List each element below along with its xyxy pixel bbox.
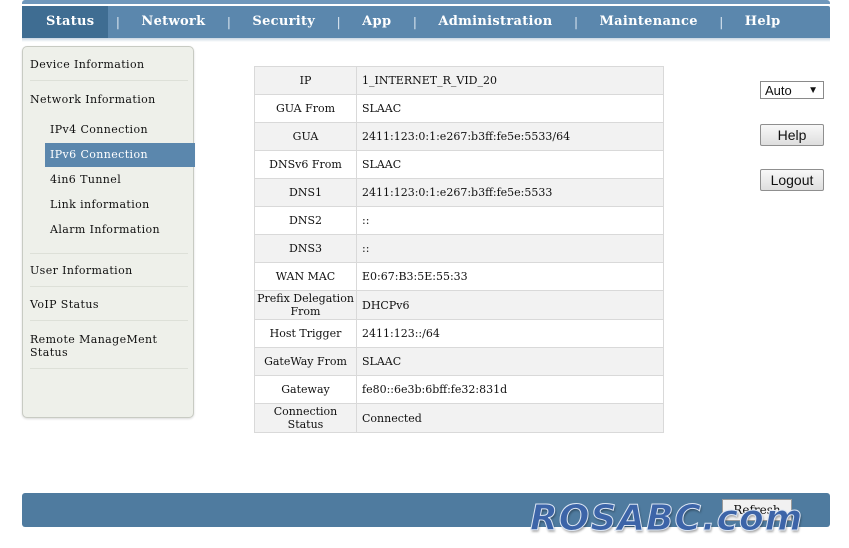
language-select[interactable]: Auto ▼ bbox=[760, 81, 824, 99]
table-row: DNS3 :: bbox=[254, 234, 664, 263]
table-row: GUA From SLAAC bbox=[254, 94, 664, 123]
row-value: 1_INTERNET_R_VID_20 bbox=[356, 66, 664, 95]
nav-app[interactable]: App bbox=[348, 6, 405, 38]
table-row: Gateway fe80::6e3b:6bff:fe32:831d bbox=[254, 375, 664, 404]
sidebar: Device Information Network Information I… bbox=[22, 46, 195, 418]
ipv6-connection-table: IP 1_INTERNET_R_VID_20 GUA From SLAAC GU… bbox=[254, 66, 664, 433]
nav-separator: | bbox=[719, 15, 724, 29]
chevron-down-icon: ▼ bbox=[808, 85, 818, 96]
table-row: DNSv6 From SLAAC bbox=[254, 150, 664, 179]
sidebar-item-remote-management-status[interactable]: Remote ManageMent Status bbox=[30, 333, 188, 369]
sidebar-item-alarm-information[interactable]: Alarm Information bbox=[45, 218, 195, 242]
logout-button[interactable]: Logout bbox=[760, 169, 824, 191]
table-row: IP 1_INTERNET_R_VID_20 bbox=[254, 66, 664, 95]
row-key: DNS1 bbox=[254, 178, 357, 207]
row-key: Host Trigger bbox=[254, 319, 357, 348]
row-value: :: bbox=[356, 234, 664, 263]
row-key: DNS3 bbox=[254, 234, 357, 263]
row-value: fe80::6e3b:6bff:fe32:831d bbox=[356, 375, 664, 404]
row-value: 2411:123:0:1:e267:b3ff:fe5e:5533/64 bbox=[356, 122, 664, 151]
sidebar-item-4in6-tunnel[interactable]: 4in6 Tunnel bbox=[45, 168, 195, 192]
nav-separator: | bbox=[573, 15, 578, 29]
sidebar-item-label: User Information bbox=[30, 264, 188, 287]
nav-security[interactable]: Security bbox=[238, 6, 329, 38]
row-key: Gateway bbox=[254, 375, 357, 404]
sidebar-item-label: VoIP Status bbox=[30, 298, 188, 321]
row-key: IP bbox=[254, 66, 357, 95]
row-key: GUA bbox=[254, 122, 357, 151]
row-value: Connected bbox=[356, 403, 664, 433]
row-value: DHCPv6 bbox=[356, 290, 664, 320]
row-key: Prefix Delegation From bbox=[254, 290, 357, 320]
sidebar-item-ipv6-connection[interactable]: IPv6 Connection bbox=[45, 143, 195, 167]
language-select-value: Auto bbox=[765, 83, 792, 98]
sidebar-item-network-information[interactable]: Network Information bbox=[30, 93, 188, 115]
nav-separator: | bbox=[336, 15, 341, 29]
row-value: SLAAC bbox=[356, 347, 664, 376]
refresh-button[interactable]: Refresh bbox=[722, 499, 792, 521]
top-stripe bbox=[22, 0, 830, 4]
sidebar-item-device-information[interactable]: Device Information bbox=[30, 58, 188, 81]
row-value: SLAAC bbox=[356, 150, 664, 179]
help-button[interactable]: Help bbox=[760, 124, 824, 146]
sidebar-item-label: Remote ManageMent Status bbox=[30, 333, 188, 369]
sidebar-item-user-information[interactable]: User Information bbox=[30, 253, 188, 287]
row-key: DNSv6 From bbox=[254, 150, 357, 179]
table-row: DNS2 :: bbox=[254, 206, 664, 235]
nav-shadow bbox=[22, 38, 830, 42]
row-value: 2411:123:0:1:e267:b3ff:fe5e:5533 bbox=[356, 178, 664, 207]
row-value: E0:67:B3:5E:55:33 bbox=[356, 262, 664, 291]
row-value: :: bbox=[356, 206, 664, 235]
table-row: DNS1 2411:123:0:1:e267:b3ff:fe5e:5533 bbox=[254, 178, 664, 207]
sidebar-item-label: Network Information bbox=[30, 93, 156, 106]
nav-network[interactable]: Network bbox=[127, 6, 219, 38]
row-key: GateWay From bbox=[254, 347, 357, 376]
nav-separator: | bbox=[226, 15, 231, 29]
main-nav: Status | Network | Security | App | Admi… bbox=[22, 6, 795, 38]
nav-separator: | bbox=[412, 15, 417, 29]
nav-help[interactable]: Help bbox=[731, 6, 795, 38]
sidebar-item-link-information[interactable]: Link information bbox=[45, 193, 195, 217]
row-key: Connection Status bbox=[254, 403, 357, 433]
table-row: Host Trigger 2411:123::/64 bbox=[254, 319, 664, 348]
table-row: WAN MAC E0:67:B3:5E:55:33 bbox=[254, 262, 664, 291]
table-row: Connection Status Connected bbox=[254, 403, 664, 433]
row-key: GUA From bbox=[254, 94, 357, 123]
nav-status[interactable]: Status bbox=[22, 6, 109, 38]
bottom-bar bbox=[22, 493, 830, 527]
nav-administration[interactable]: Administration bbox=[424, 6, 566, 38]
row-key: DNS2 bbox=[254, 206, 357, 235]
sidebar-item-ipv4-connection[interactable]: IPv4 Connection bbox=[45, 118, 195, 142]
sidebar-item-voip-status[interactable]: VoIP Status bbox=[30, 298, 188, 321]
table-row: GateWay From SLAAC bbox=[254, 347, 664, 376]
row-value: SLAAC bbox=[356, 94, 664, 123]
top-navigation-bar: Status | Network | Security | App | Admi… bbox=[22, 0, 830, 42]
row-value: 2411:123::/64 bbox=[356, 319, 664, 348]
row-key: WAN MAC bbox=[254, 262, 357, 291]
nav-maintenance[interactable]: Maintenance bbox=[585, 6, 711, 38]
nav-separator: | bbox=[115, 15, 120, 29]
table-row: Prefix Delegation From DHCPv6 bbox=[254, 290, 664, 320]
sidebar-item-label: Device Information bbox=[30, 58, 188, 81]
table-row: GUA 2411:123:0:1:e267:b3ff:fe5e:5533/64 bbox=[254, 122, 664, 151]
